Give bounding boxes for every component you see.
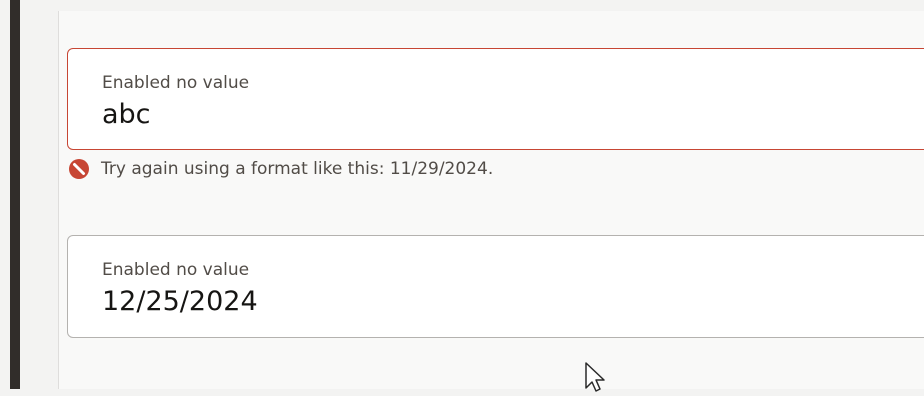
validation-message: Try again using a format like this: 11/2… [68, 156, 493, 182]
side-panel-bar [10, 0, 20, 389]
field-input-value[interactable]: 12/25/2024 [102, 286, 258, 317]
field-label: Enabled no value [102, 260, 250, 280]
error-text: Try again using a format like this: 11/2… [101, 159, 494, 179]
field-input-value[interactable]: abc [102, 99, 151, 130]
field-label: Enabled no value [102, 73, 250, 93]
date-field-invalid[interactable]: Enabled no value abc [67, 48, 924, 150]
mouse-pointer-icon [584, 362, 614, 392]
date-field-valid[interactable]: Enabled no value 12/25/2024 [67, 235, 924, 338]
error-icon [68, 158, 90, 180]
